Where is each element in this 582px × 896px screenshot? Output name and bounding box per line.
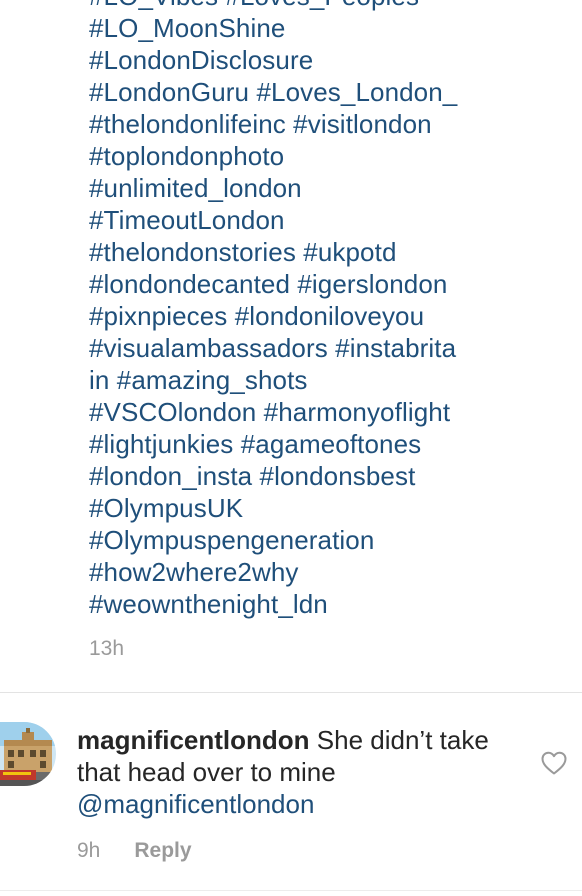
comment-body: magnificentlondon She didn’t take that h… xyxy=(77,724,507,820)
comment-username[interactable]: magnificentlondon xyxy=(77,725,310,755)
hashtag-line[interactable]: #LO_MoonShine xyxy=(89,12,559,44)
hashtag-line[interactable]: #weownthenight_ldn xyxy=(89,588,559,620)
hashtag-line[interactable]: #thelondonstories #ukpotd xyxy=(89,236,559,268)
hashtag-line[interactable]: #unlimited_london xyxy=(89,172,559,204)
hashtag-line[interactable]: #thelondonlifeinc #visitlondon xyxy=(89,108,559,140)
avatar-image xyxy=(0,722,56,786)
hashtag-line[interactable]: #TimeoutLondon xyxy=(89,204,559,236)
hashtag-line[interactable]: #lightjunkies #agameoftones xyxy=(89,428,559,460)
hashtag-line[interactable]: #toplondonphoto xyxy=(89,140,559,172)
hashtag-line[interactable]: #LO_Vibes #Loves_Peoples xyxy=(89,0,559,12)
reply-button[interactable]: Reply xyxy=(134,839,191,862)
bottom-divider xyxy=(0,890,582,891)
divider xyxy=(0,692,582,693)
hashtag-line[interactable]: #pixnpieces #londoniloveyou xyxy=(89,300,559,332)
avatar[interactable] xyxy=(0,722,56,786)
hashtag-line[interactable]: #london_insta #londonsbest xyxy=(89,460,559,492)
like-heart-outline xyxy=(541,751,567,775)
hashtag-line[interactable]: #visualambassadors #instabrita xyxy=(89,332,559,364)
hashtag-line[interactable]: #LondonDisclosure xyxy=(89,44,559,76)
hashtag-line[interactable]: #LondonGuru #Loves_London_ xyxy=(89,76,559,108)
heart-icon[interactable] xyxy=(540,750,568,776)
comment-mention[interactable]: @magnificentlondon xyxy=(77,789,314,819)
caption-timestamp: 13h xyxy=(89,637,125,660)
hashtag-line[interactable]: #OlympusUK xyxy=(89,492,559,524)
hashtag-line[interactable]: #Olympuspengeneration xyxy=(89,524,559,556)
comment-timestamp: 9h xyxy=(77,839,101,862)
caption-hashtags: #LO_Vibes #Loves_Peoples #LO_MoonShine #… xyxy=(89,0,559,620)
hashtag-line[interactable]: in #amazing_shots xyxy=(89,364,559,396)
hashtag-line[interactable]: #VSCOlondon #harmonyoflight xyxy=(89,396,559,428)
hashtag-line[interactable]: #londondecanted #igerslondon xyxy=(89,268,559,300)
comment-meta: 9h Reply xyxy=(77,838,192,864)
hashtag-line[interactable]: #how2where2why xyxy=(89,556,559,588)
